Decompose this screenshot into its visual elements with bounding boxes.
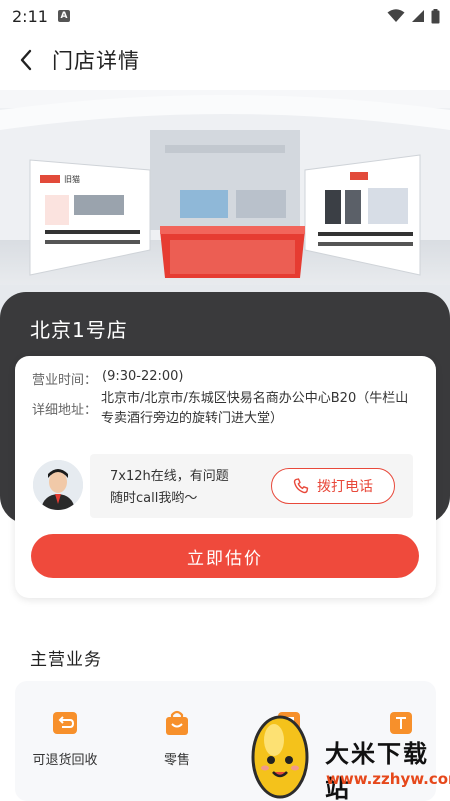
contact-text: 7x12h在线，有问题 随时call我哟～ bbox=[110, 466, 229, 510]
business-section-title: 主营业务 bbox=[30, 650, 102, 670]
phone-icon bbox=[293, 478, 309, 494]
signal-icon bbox=[412, 10, 424, 22]
store-hero-image: 旧猫 bbox=[0, 90, 450, 315]
wifi-icon bbox=[387, 9, 405, 22]
estimate-button[interactable]: 立即估价 bbox=[31, 534, 419, 578]
watermark-name: 大米下载站 bbox=[325, 740, 429, 801]
status-icons bbox=[387, 8, 440, 24]
back-button[interactable] bbox=[0, 36, 52, 84]
avatar bbox=[33, 460, 83, 510]
brand-mark: 旧猫 bbox=[64, 174, 80, 184]
return-icon bbox=[53, 712, 77, 734]
call-button-label: 拨打电话 bbox=[317, 479, 373, 495]
nav-bar: 门店详情 bbox=[0, 36, 450, 84]
business-hours-row: 营业时间： (9:30-22:00) bbox=[32, 369, 184, 388]
status-bar: 2:11 A bbox=[0, 0, 450, 32]
hours-label: 营业时间： bbox=[32, 373, 98, 388]
store-name: 北京1号店 bbox=[30, 318, 128, 342]
business-item-retail[interactable]: 零售 bbox=[127, 681, 227, 801]
address-value: 北京市/北京市/东城区快易名商办公中心B20（牛栏山专卖酒行旁边的旋转门进大堂） bbox=[101, 391, 409, 426]
business-item-label: 零售 bbox=[163, 753, 190, 768]
store-info-card: 营业时间： (9:30-22:00) 详细地址： 北京市/北京市/东城区快易名商… bbox=[15, 356, 436, 598]
hours-value: (9:30-22:00) bbox=[102, 369, 184, 384]
contact-line-2: 随时call我哟～ bbox=[110, 491, 198, 506]
address-label: 详细地址： bbox=[32, 403, 98, 418]
notification-badge: A bbox=[57, 10, 70, 22]
status-time: 2:11 bbox=[12, 6, 48, 26]
business-item-label: 可退货回收 bbox=[32, 753, 98, 768]
business-item-return[interactable]: 可退货回收 bbox=[15, 681, 115, 801]
page-title: 门店详情 bbox=[52, 49, 140, 73]
shopping-bag-icon bbox=[166, 710, 188, 735]
battery-icon bbox=[431, 8, 440, 23]
watermark-url: www.zzhyw.com bbox=[326, 770, 450, 788]
call-button[interactable]: 拨打电话 bbox=[271, 468, 395, 504]
chevron-left-icon bbox=[20, 49, 32, 71]
contact-line-1: 7x12h在线，有问题 bbox=[110, 469, 229, 484]
